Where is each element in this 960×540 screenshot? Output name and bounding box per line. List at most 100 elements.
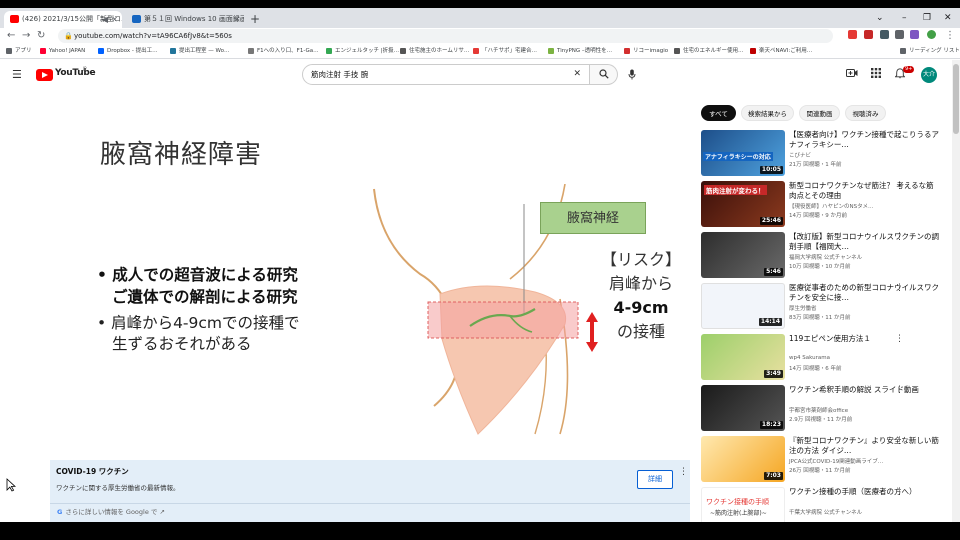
extension-icon[interactable] — [848, 30, 857, 39]
recommendation-item[interactable]: 18:23 ワクチン希釈手順の解説 スライド動画 宇都宮市薬剤師会office … — [701, 385, 959, 435]
tab-search-icon[interactable]: ⌄ — [876, 11, 884, 25]
more-options-icon[interactable]: ⋮ — [895, 283, 904, 293]
close-tab-icon[interactable]: ✕ — [111, 11, 118, 28]
slide-bullet-2-line-2: 生ずるおそれがある — [112, 335, 252, 353]
youtube-logo[interactable]: YouTube JP — [36, 66, 96, 81]
recommendation-item[interactable]: 筋肉注射が変わる！ 25:46 新型コロナワクチンなぜ筋注？ 考えるな筋肉点とそ… — [701, 181, 959, 231]
recommendation-item[interactable]: 7:03 『新型コロナワクチン』より安全な新しい筋注の方法 ダイジ… JPCA公… — [701, 436, 959, 486]
bookmark-item[interactable]: F1への入り口、F1-Ga… — [248, 46, 319, 56]
puzzle-icon[interactable] — [895, 30, 904, 39]
menu-icon[interactable]: ⋮ — [945, 29, 955, 43]
details-button[interactable]: 詳細 — [637, 470, 673, 489]
google-search-link[interactable]: G さらに詳しい情報を Google で ↗ — [50, 503, 690, 521]
slide-bullet-1-line-1: • 成人での超音波による研究 — [97, 266, 298, 284]
chip-from-search[interactable]: 検索結果から — [741, 105, 794, 121]
video-title: 新型コロナワクチンなぜ筋注？ 考えるな筋肉点とその理由 — [789, 181, 934, 200]
video-thumbnail[interactable]: 18:23 — [701, 385, 785, 431]
video-meta: 26万 回視聴・11 か月前 — [789, 468, 851, 474]
more-options-icon[interactable]: ⋮ — [895, 334, 904, 344]
hamburger-menu-icon[interactable]: ☰ — [12, 68, 22, 81]
more-options-icon[interactable]: ⋮ — [895, 232, 904, 242]
video-title: 【医療者向け】ワクチン接種で起こりうるアナフィラキシー… — [789, 130, 939, 149]
close-tab-icon[interactable]: ✕ — [233, 11, 240, 28]
video-title: 【改訂版】新型コロナウイルスワクチンの調剤手順【福岡大… — [789, 232, 939, 251]
maximize-icon[interactable]: ❐ — [923, 11, 931, 25]
bottom-black-bar — [0, 522, 960, 540]
bookmarks-bar: アプリ Yahoo! JAPAN Dropbox - 提出工… 提出工程室 — … — [0, 44, 960, 59]
video-title: ワクチン希釈手順の解説 スライド動画 — [789, 385, 919, 394]
bookmark-item[interactable]: 提出工程室 — Wo… — [170, 46, 229, 56]
profile-icon[interactable] — [927, 30, 936, 39]
bookmark-item[interactable]: エンジェルタッチ |折扱… — [326, 46, 399, 56]
video-thumbnail[interactable]: 5:46 — [701, 232, 785, 278]
microphone-icon[interactable] — [628, 69, 636, 83]
channel-name: 【現役医師】ハヤピンのNSタメ… — [789, 204, 874, 210]
tab-windows[interactable]: 第５１回 Windows 10 画面録画… ✕ — [126, 11, 244, 28]
apps-icon — [6, 48, 12, 54]
risk-annotation: 【リスク】 肩峰から 4-9cm の接種 — [600, 250, 681, 341]
external-link-icon: ↗ — [159, 508, 165, 516]
video-thumbnail[interactable]: 14:14 — [701, 283, 785, 329]
video-player[interactable]: 腋窩神経障害 • 成人での超音波による研究 ご遺体での解剖による研究 • 肩峰か… — [50, 99, 691, 460]
reload-icon[interactable]: ↻ — [37, 29, 45, 43]
bookmark-item[interactable]: 住宅のエネルギー使用… — [674, 46, 744, 56]
bookmark-item[interactable]: アプリ — [6, 46, 32, 56]
video-thumbnail[interactable]: 筋肉注射が変わる！ 25:46 — [701, 181, 785, 227]
slide-title: 腋窩神経障害 — [100, 140, 263, 170]
back-icon[interactable]: ← — [7, 29, 15, 43]
google-icon: G — [57, 508, 63, 516]
search-input[interactable]: 筋肉注射 手技 腕 ✕ — [302, 64, 590, 85]
video-thumbnail[interactable]: 7:03 — [701, 436, 785, 482]
tab-strip: (426) 2021/3/15公開「新型コ… ◀ ✕ 第５１回 Windows … — [0, 8, 960, 28]
avatar[interactable]: 大介 — [921, 67, 937, 83]
search-button[interactable] — [590, 64, 618, 85]
more-options-icon[interactable]: ⋮ — [679, 467, 688, 477]
chip-watched[interactable]: 視聴済み — [845, 105, 886, 121]
video-meta: 21万 回視聴・1 年前 — [789, 162, 842, 168]
more-options-icon[interactable]: ⋮ — [895, 385, 904, 395]
recommendation-item[interactable]: ワクチン接種の手順 ~筋肉注射(上腕部)~ ワクチン接種の手順（医療者の方へ） … — [701, 487, 959, 522]
forward-icon[interactable]: → — [22, 29, 30, 43]
scrollbar-thumb[interactable] — [953, 64, 959, 134]
recommendation-item[interactable]: 14:14 医療従事者のための新型コロナウイルスワクチンを安全に接… 厚生労働省… — [701, 283, 959, 333]
youtube-play-icon — [36, 69, 53, 81]
chip-all[interactable]: すべて — [701, 105, 736, 121]
tab-youtube[interactable]: (426) 2021/3/15公開「新型コ… ◀ ✕ — [4, 11, 122, 28]
recommendation-item[interactable]: 5:46 【改訂版】新型コロナウイルスワクチンの調剤手順【福岡大… 福岡大学病院… — [701, 232, 959, 282]
bookmark-item[interactable]: 「ハチサポ」宅建合… — [473, 46, 537, 56]
tab-audio-icon[interactable]: ◀ — [102, 11, 108, 28]
more-options-icon[interactable]: ⋮ — [895, 436, 904, 446]
extension-icon[interactable] — [910, 30, 919, 39]
address-bar[interactable]: 🔒 youtube.com/watch?v=tA96CA6fJv8&t=560s — [58, 29, 833, 43]
nerve-label: 腋窩神経 — [540, 202, 646, 234]
bookmark-item[interactable]: リコーimagio — [624, 46, 668, 56]
tab-title: 第５１回 Windows 10 画面録画… — [144, 15, 244, 23]
channel-name: 厚生労働省 — [789, 306, 817, 312]
bookmark-item[interactable]: Yahoo! JAPAN — [40, 46, 85, 56]
apps-grid-icon[interactable] — [871, 68, 881, 81]
bookmark-item[interactable]: Dropbox - 提出工… — [98, 46, 158, 56]
extension-icon[interactable] — [880, 30, 889, 39]
recommendation-item[interactable]: 3:49 119エピペン使用方法１ wp4 Sakurama 14万 回視聴・6… — [701, 334, 959, 384]
minimize-icon[interactable]: – — [902, 11, 907, 25]
chip-related[interactable]: 関連動画 — [799, 105, 840, 121]
more-options-icon[interactable]: ⋮ — [895, 181, 904, 191]
youtube-favicon-icon — [10, 15, 19, 23]
reading-list[interactable]: リーディング リスト — [900, 46, 960, 56]
video-title: 『新型コロナワクチン』より安全な新しい筋注の方法 ダイジ… — [789, 436, 939, 455]
notification-count-badge: 9+ — [903, 66, 915, 73]
more-options-icon[interactable]: ⋮ — [895, 487, 904, 497]
recommendation-item[interactable]: アナフィラキシーの対応 10:05 【医療者向け】ワクチン接種で起こりうるアナフ… — [701, 130, 959, 180]
bookmark-item[interactable]: 住宅施主のホームリサ… — [400, 46, 469, 56]
video-thumbnail[interactable]: アナフィラキシーの対応 10:05 — [701, 130, 785, 176]
create-video-icon[interactable] — [846, 68, 858, 81]
bookmark-item[interactable]: TinyPNG –透明性を… — [548, 46, 612, 56]
video-thumbnail[interactable]: ワクチン接種の手順 ~筋肉注射(上腕部)~ — [701, 487, 785, 522]
close-window-icon[interactable]: ✕ — [944, 11, 952, 25]
video-thumbnail[interactable]: 3:49 — [701, 334, 785, 380]
more-options-icon[interactable]: ⋮ — [895, 130, 904, 140]
clear-search-icon[interactable]: ✕ — [573, 65, 581, 84]
pdf-extension-icon[interactable] — [864, 30, 873, 39]
bookmark-item[interactable]: 楽天ペNAVI:ご利用… — [750, 46, 812, 56]
new-tab-icon[interactable]: + — [250, 11, 260, 27]
